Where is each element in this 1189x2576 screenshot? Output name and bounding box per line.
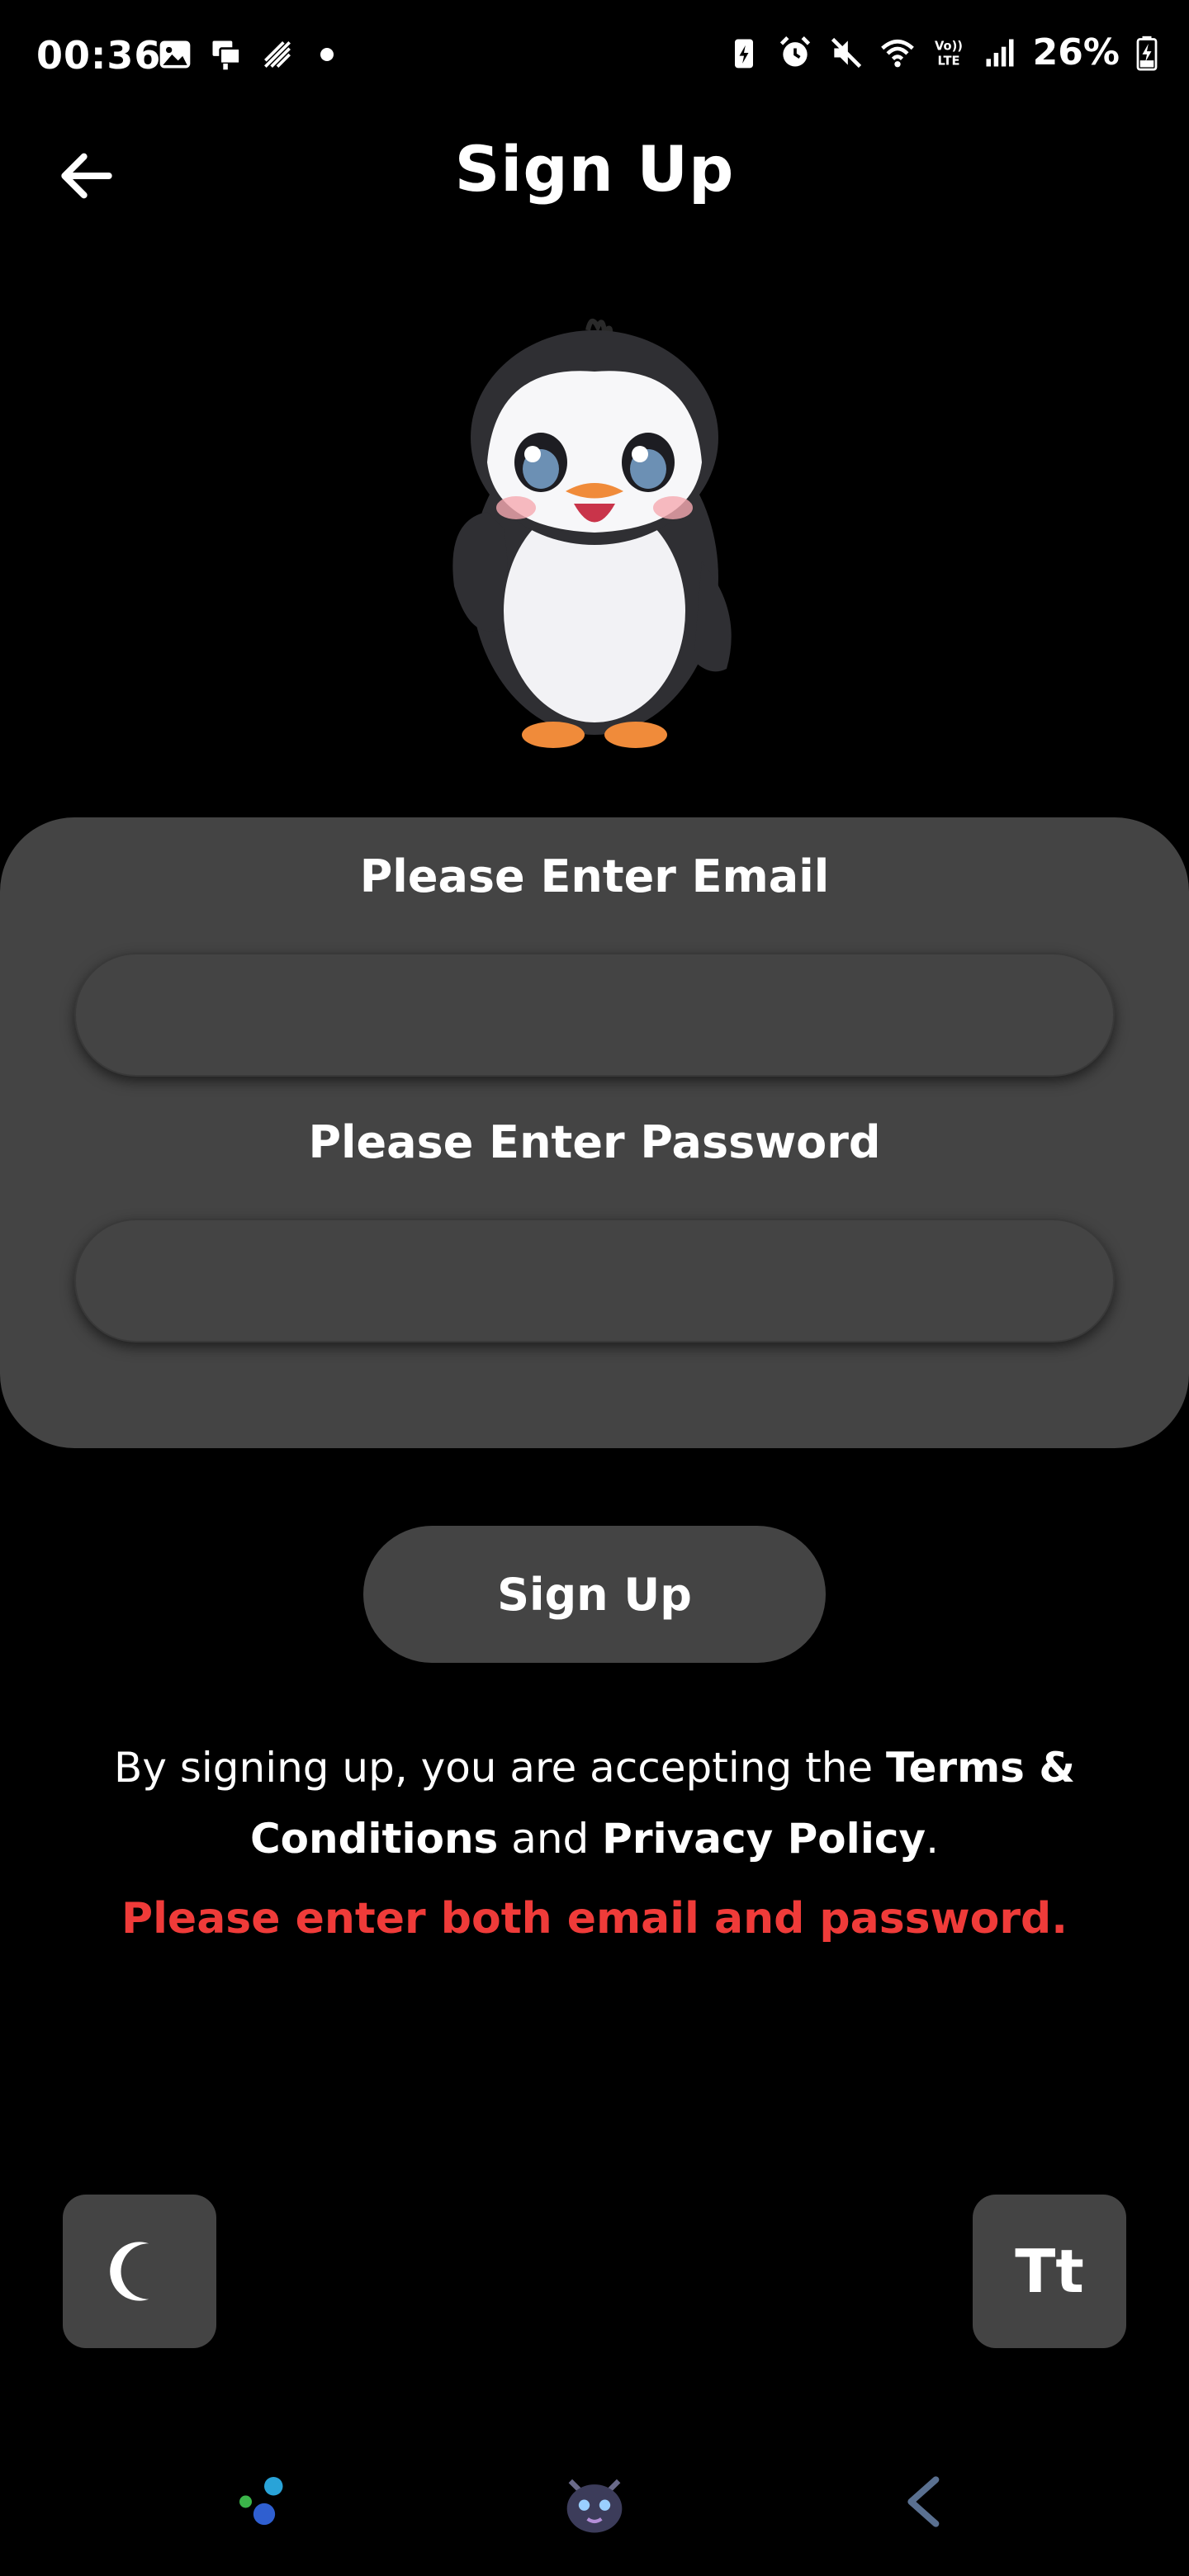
email-field[interactable] (74, 953, 1115, 1077)
back-chevron-icon (907, 2476, 940, 2527)
status-time: 00:36 (36, 33, 162, 78)
sign-up-button[interactable]: Sign Up (363, 1526, 826, 1663)
moon-icon (110, 2242, 149, 2301)
signup-form-card: Please Enter Email Please Enter Password (0, 817, 1189, 1448)
recents-nav-button[interactable] (215, 2452, 314, 2551)
terms-suffix-text: . (926, 1815, 939, 1863)
password-field[interactable] (74, 1219, 1115, 1342)
mute-icon (831, 37, 861, 68)
device-sync-icon (212, 40, 241, 70)
gallery-icon (159, 40, 191, 69)
svg-text:Vo)): Vo)) (935, 39, 963, 53)
font-size-toggle-button[interactable]: Tt (973, 2195, 1126, 2348)
battery-saver-icon (734, 39, 753, 68)
email-label: Please Enter Email (359, 850, 830, 902)
font-toggle-label: Tt (1015, 2237, 1084, 2306)
battery-percentage: 26% (1032, 31, 1120, 73)
back-nav-button[interactable] (875, 2452, 974, 2551)
terms-notice: By signing up, you are accepting the Ter… (83, 1732, 1106, 1874)
recents-dots-icon (239, 2477, 283, 2526)
password-label: Please Enter Password (308, 1116, 881, 1168)
alarm-icon (779, 36, 810, 66)
privacy-policy-link[interactable]: Privacy Policy (602, 1815, 926, 1863)
svg-text:LTE: LTE (937, 54, 959, 68)
status-system-icons: Vo)) LTE 26% (726, 31, 1159, 73)
data-saver-icon (264, 41, 291, 68)
notification-dot (320, 48, 334, 61)
page-title: Sign Up (454, 132, 735, 206)
terms-prefix-text: By signing up, you are accepting the (114, 1744, 887, 1792)
creature-home-icon (566, 2479, 623, 2533)
signal-icon (986, 39, 1014, 66)
battery-charging-icon (1136, 36, 1158, 71)
status-notification-icons (157, 36, 334, 73)
terms-middle-text: and (498, 1815, 603, 1863)
volte-icon: Vo)) LTE (935, 39, 963, 68)
theme-toggle-button[interactable] (63, 2195, 216, 2348)
error-message: Please enter both email and password. (121, 1894, 1068, 1944)
wifi-icon (880, 39, 914, 67)
home-nav-button[interactable] (545, 2452, 644, 2551)
status-bar: 00:36 Vo)) LTE 26% (0, 0, 1189, 107)
penguin-mascot-image (452, 319, 732, 748)
navigation-bar (0, 2444, 1189, 2559)
